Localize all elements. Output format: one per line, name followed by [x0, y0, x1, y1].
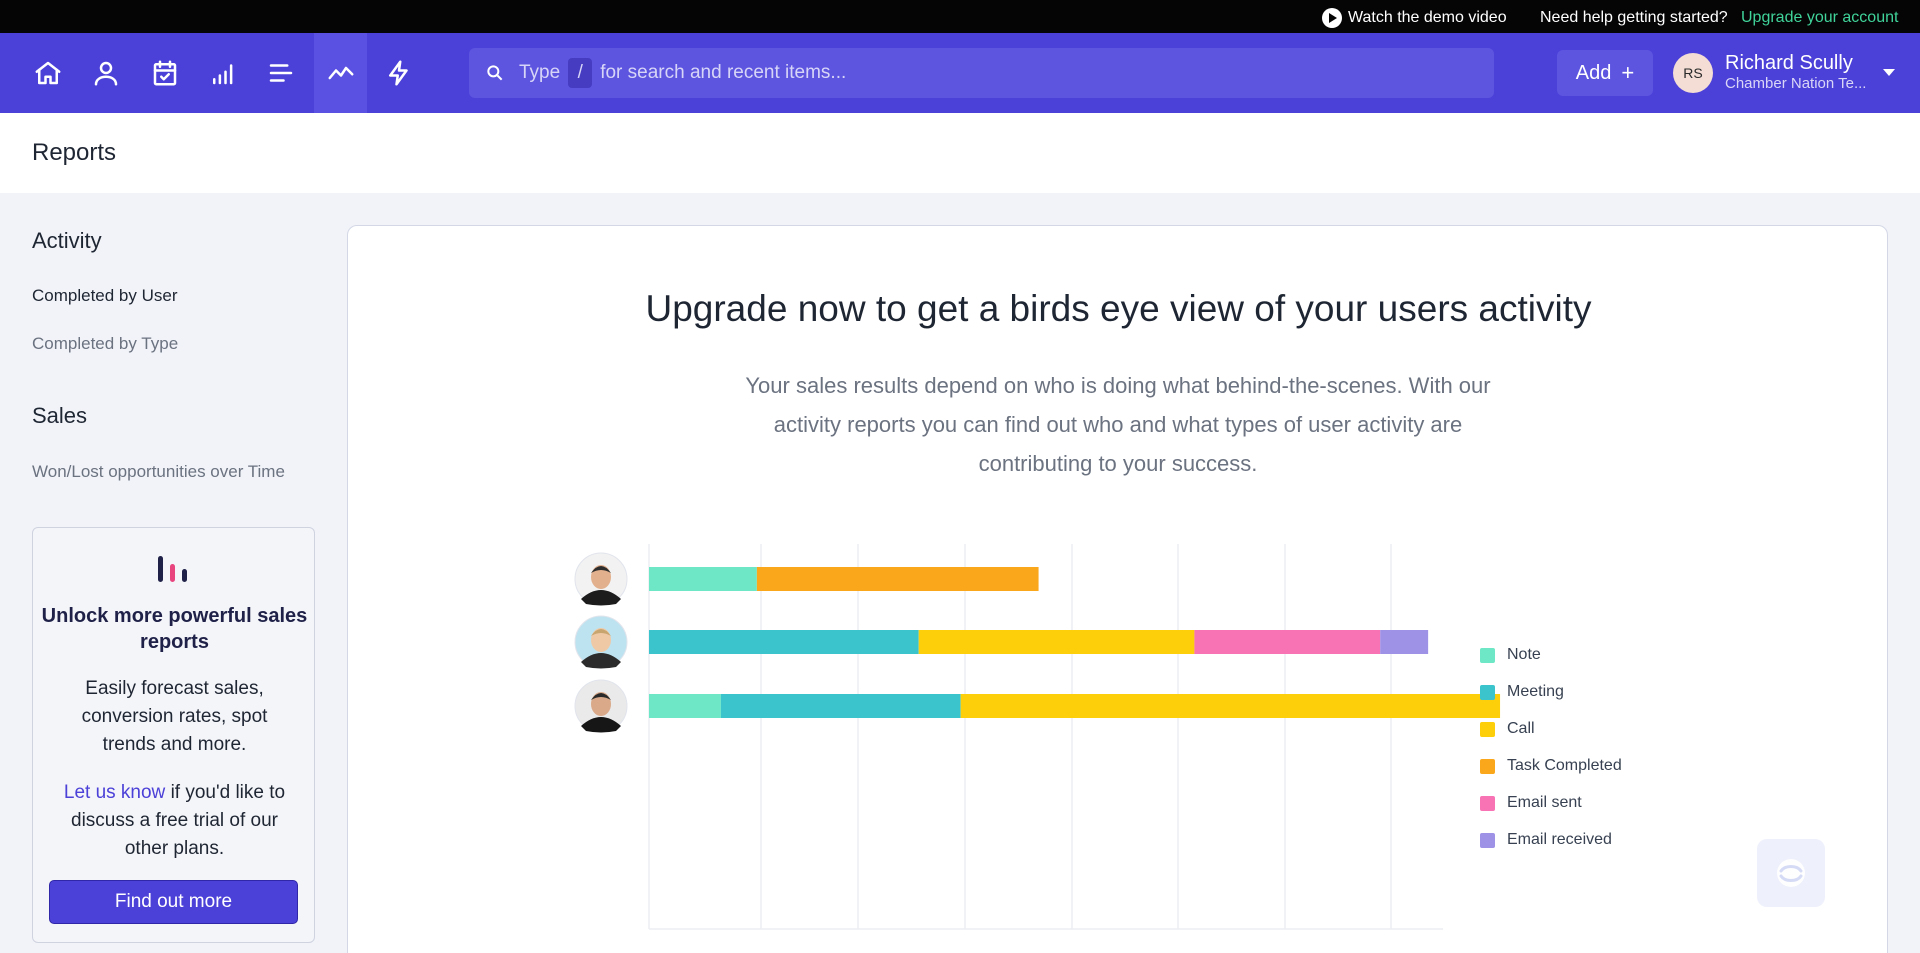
- legend-item: Task Completed: [1480, 757, 1622, 775]
- pipeline-icon[interactable]: [195, 33, 251, 113]
- chart-bar-segment: [960, 694, 1501, 718]
- sidebar-item-completed-by-user[interactable]: Completed by User: [32, 286, 178, 306]
- activity-chart: [574, 544, 1501, 930]
- promo-description: Easily forecast sales, conversion rates,…: [81, 678, 268, 755]
- legend-label: Meeting: [1507, 683, 1564, 700]
- watch-demo-label: Watch the demo video: [1348, 9, 1507, 26]
- user-menu[interactable]: RS Richard Scully Chamber Nation Te...: [1673, 43, 1895, 103]
- legend-item: Call: [1480, 720, 1535, 738]
- legend-item: Meeting: [1480, 683, 1564, 701]
- legend-label: Note: [1507, 646, 1541, 663]
- plus-icon: +: [1621, 60, 1635, 85]
- user-avatar: [574, 679, 628, 733]
- legend-swatch: [1480, 832, 1495, 848]
- sidebar-section-activity: Activity: [32, 228, 102, 253]
- legend-label: Email received: [1507, 831, 1612, 848]
- legend-item: Note: [1480, 646, 1541, 664]
- page-header: Reports: [0, 113, 1920, 193]
- search-input[interactable]: Type / for search and recent items...: [469, 48, 1494, 98]
- add-button-label: Add: [1575, 61, 1612, 84]
- search-placeholder: for search and recent items...: [600, 62, 847, 83]
- search-type-label: Type: [519, 62, 561, 83]
- chat-widget-button[interactable]: [1757, 839, 1825, 907]
- sidebar-item-won-lost[interactable]: Won/Lost opportunities over Time: [32, 462, 285, 482]
- list-icon[interactable]: [253, 33, 309, 113]
- page-title: Reports: [32, 139, 117, 166]
- top-strip: Watch the demo video Need help getting s…: [0, 0, 1920, 33]
- chart-bar-segment: [720, 694, 961, 718]
- legend-item: Email sent: [1480, 794, 1582, 812]
- chart-bar-segment: [649, 694, 721, 718]
- chevron-down-icon: [1883, 69, 1895, 76]
- automation-icon[interactable]: [371, 33, 427, 113]
- user-avatar: [574, 615, 628, 669]
- legend-swatch: [1480, 795, 1495, 811]
- watch-demo-link[interactable]: Watch the demo video: [1322, 8, 1507, 28]
- chart-bar-segment: [649, 567, 757, 591]
- search-shortcut-key: /: [568, 58, 593, 88]
- legend-label: Task Completed: [1507, 757, 1622, 774]
- chart-bar-segment: [756, 567, 1039, 591]
- legend-label: Email sent: [1507, 794, 1582, 811]
- user-org: Chamber Nation Te...: [1725, 75, 1867, 92]
- contacts-icon[interactable]: [78, 33, 134, 113]
- reports-logo-icon: [158, 554, 190, 582]
- legend-swatch: [1480, 758, 1495, 774]
- legend-swatch: [1480, 647, 1495, 663]
- chart-bar-segment: [649, 630, 919, 654]
- chat-icon: [1777, 859, 1805, 887]
- sidebar-section-sales: Sales: [32, 403, 88, 428]
- legend-swatch: [1480, 684, 1495, 700]
- sidebar-item-completed-by-type[interactable]: Completed by Type: [32, 334, 178, 354]
- legend-label: Call: [1507, 720, 1535, 737]
- legend-item: Email received: [1480, 831, 1612, 849]
- upgrade-card: Upgrade now to get a birds eye view of y…: [347, 225, 1888, 953]
- search-icon: [487, 65, 503, 81]
- play-icon: [1322, 8, 1342, 28]
- legend-swatch: [1480, 721, 1495, 737]
- chart-bar-segment: [1380, 630, 1429, 654]
- home-icon[interactable]: [20, 33, 76, 113]
- promo-title: Unlock more powerful sales reports: [41, 605, 308, 653]
- upgrade-promo-card: Unlock more powerful sales reports Easil…: [32, 527, 315, 943]
- avatar: RS: [1673, 53, 1713, 93]
- find-out-more-button[interactable]: Find out more: [49, 880, 298, 924]
- calendar-icon[interactable]: [137, 33, 193, 113]
- let-us-know-link[interactable]: Let us know: [64, 782, 165, 803]
- promo-contact-text: Let us know if you'd like to discuss a f…: [33, 779, 316, 863]
- user-name: Richard Scully: [1725, 52, 1853, 74]
- upgrade-account-link[interactable]: Upgrade your account: [1741, 9, 1898, 27]
- main-navbar: Type / for search and recent items... Ad…: [0, 33, 1920, 113]
- add-button[interactable]: Add +: [1557, 50, 1653, 96]
- user-avatar: [574, 552, 628, 606]
- chart-bar-segment: [918, 630, 1195, 654]
- help-link[interactable]: Need help getting started?: [1540, 9, 1728, 27]
- reports-icon[interactable]: [314, 33, 367, 113]
- chart-bar-segment: [1194, 630, 1381, 654]
